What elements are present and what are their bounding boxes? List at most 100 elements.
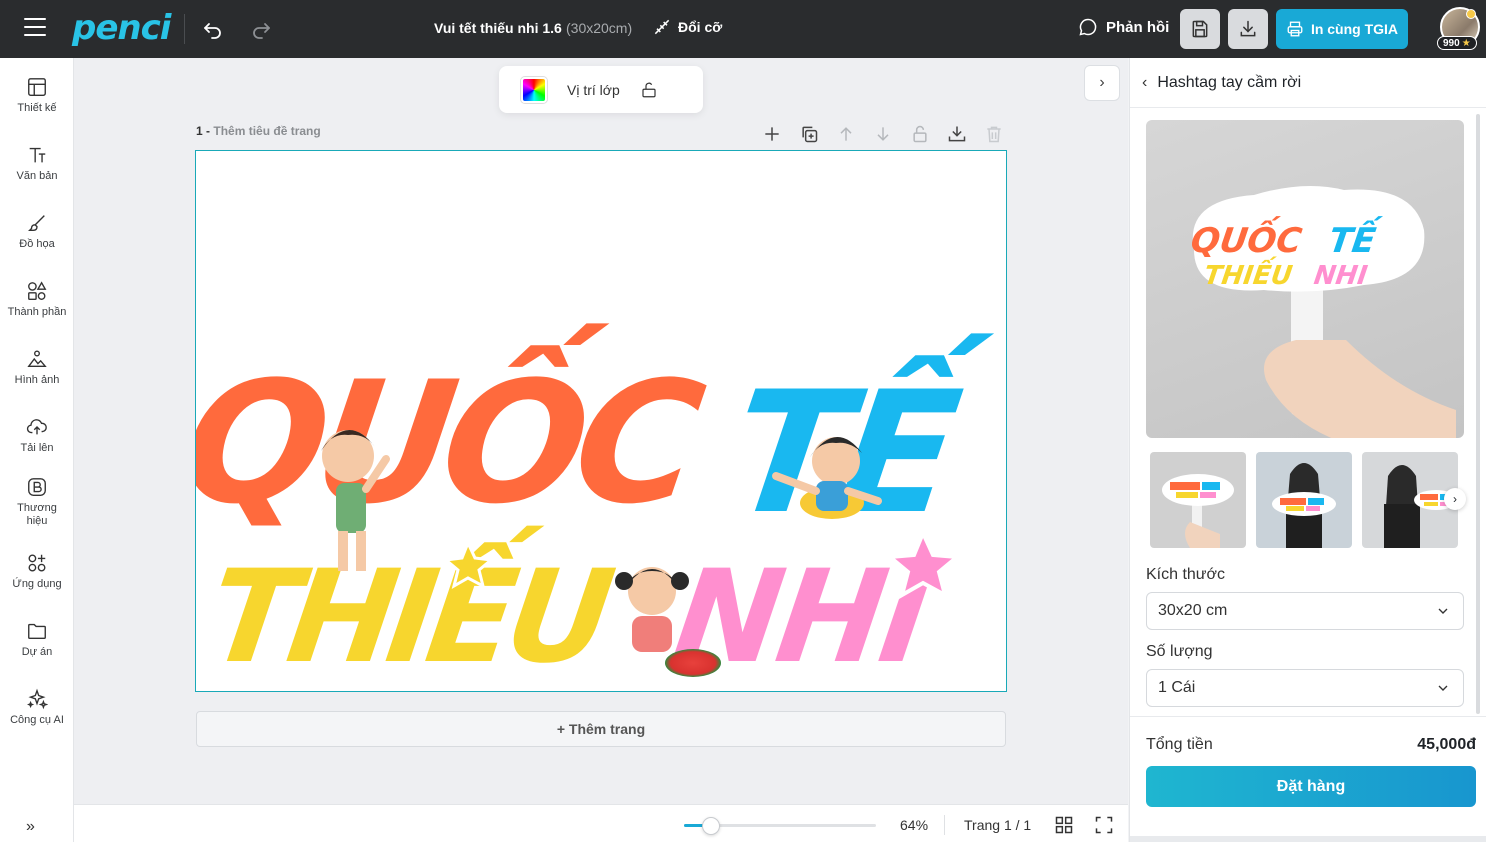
- star-icon: ★: [1461, 37, 1471, 49]
- sidebar-label: Đồ họa: [19, 238, 55, 250]
- sidebar-item-brand[interactable]: Thương hiệu: [0, 476, 74, 528]
- points-badge: 990 ★: [1437, 36, 1477, 50]
- grid-view-icon[interactable]: [1054, 815, 1074, 835]
- divider: [944, 815, 945, 835]
- chevron-left-icon[interactable]: ‹: [1142, 74, 1147, 92]
- sidebar-item-projects[interactable]: Dự án: [0, 620, 74, 659]
- document-size: (30x20cm): [566, 20, 633, 36]
- chevron-right-icon[interactable]: ›: [1444, 488, 1466, 510]
- menu-icon[interactable]: [24, 18, 46, 38]
- resize-button[interactable]: Đổi cỡ: [652, 17, 722, 37]
- notification-dot: [1466, 9, 1476, 19]
- page-title-placeholder: Thêm tiêu đề trang: [213, 124, 321, 138]
- sidebar-item-images[interactable]: Hình ảnh: [0, 348, 74, 387]
- design-page[interactable]: QUỐC TẾ THIẾU NHI: [195, 150, 1007, 692]
- document-title[interactable]: Vui tết thiếu nhi 1.6: [434, 20, 562, 36]
- download-page-icon[interactable]: [945, 122, 969, 146]
- preview-word-thieu: THIẾU: [1202, 255, 1295, 291]
- zoom-slider[interactable]: [684, 817, 876, 835]
- chat-bubble-icon: [1079, 18, 1097, 36]
- preview-word-quoc: QUỐC: [1188, 215, 1305, 261]
- panel-header: ‹ Hashtag tay cầm rời: [1130, 58, 1486, 108]
- page-title[interactable]: 1 - Thêm tiêu đề trang: [196, 124, 321, 138]
- product-panel: ‹ Hashtag tay cầm rời QUỐC TẾ THIẾU NHI …: [1129, 58, 1486, 842]
- expand-sidebar-icon[interactable]: »: [26, 818, 35, 836]
- sidebar-item-text[interactable]: Văn bản: [0, 144, 74, 183]
- text-icon: [29, 147, 46, 163]
- app-logo[interactable]: penci: [72, 8, 171, 48]
- chevron-right-icon[interactable]: ›: [1084, 65, 1120, 101]
- total-value: 45,000đ: [1417, 736, 1476, 753]
- duplicate-icon[interactable]: [797, 122, 821, 146]
- canvas-area: Vị trí lớp › 1 - Thêm tiêu đề trang QUỐC…: [74, 58, 1128, 804]
- sidebar-label: Công cụ AI: [10, 714, 64, 726]
- resize-label: Đổi cỡ: [678, 19, 723, 35]
- resize-icon: [654, 19, 670, 35]
- quantity-select[interactable]: 1 Cái: [1146, 669, 1464, 707]
- artwork[interactable]: QUỐC TẾ THIẾU NHI: [196, 151, 1007, 692]
- move-down-icon[interactable]: [871, 122, 895, 146]
- quantity-value: 1 Cái: [1158, 679, 1196, 696]
- product-preview[interactable]: QUỐC TẾ THIẾU NHI: [1146, 120, 1464, 438]
- chevron-down-icon: [1438, 608, 1448, 614]
- add-page-button[interactable]: + Thêm trang: [196, 711, 1006, 747]
- color-picker[interactable]: [521, 76, 547, 103]
- brush-icon: [28, 215, 45, 232]
- lock-icon[interactable]: [908, 122, 932, 146]
- feedback-button[interactable]: Phản hồi: [1078, 17, 1169, 37]
- divider: [184, 14, 185, 44]
- printer-icon: [1287, 21, 1303, 37]
- sidebar-label: Tải lên: [20, 442, 54, 454]
- horizontal-scrollbar[interactable]: [1130, 836, 1486, 842]
- panel-scrollbar[interactable]: [1476, 114, 1480, 714]
- unlock-icon[interactable]: [640, 81, 658, 99]
- add-icon[interactable]: [760, 122, 784, 146]
- zoom-value[interactable]: 64%: [900, 817, 928, 833]
- sidebar-item-graphics[interactable]: Đồ họa: [0, 212, 74, 251]
- layer-position-button[interactable]: Vị trí lớp: [567, 82, 620, 98]
- size-select[interactable]: 30x20 cm: [1146, 592, 1464, 630]
- feedback-label: Phản hồi: [1106, 18, 1170, 36]
- print-button[interactable]: In cùng TGIA: [1276, 9, 1408, 49]
- points-value: 990: [1443, 37, 1460, 49]
- panel-title: Hashtag tay cầm rời: [1157, 73, 1302, 91]
- artwork-word-quoc: QUỐC: [196, 322, 716, 541]
- thumbnail-2[interactable]: [1256, 452, 1352, 548]
- sidebar-label: Dự án: [21, 646, 53, 658]
- layer-toolbar: Vị trí lớp: [499, 66, 703, 113]
- zoom-slider-thumb[interactable]: [701, 817, 720, 835]
- quantity-label: Số lượng: [1146, 643, 1213, 660]
- page-tools: [760, 122, 1006, 146]
- undo-icon[interactable]: [201, 17, 225, 41]
- left-sidebar: Thiết kế Văn bản Đồ họa Thành phần Hình …: [0, 58, 74, 842]
- redo-icon[interactable]: [249, 17, 273, 41]
- total-label: Tổng tiền: [1146, 736, 1213, 753]
- upload-icon: [26, 419, 47, 435]
- sidebar-item-upload[interactable]: Tải lên: [0, 416, 74, 455]
- download-button[interactable]: [1228, 9, 1268, 49]
- apps-icon: [28, 554, 46, 572]
- bottom-bar: 64% Trang 1 / 1: [74, 804, 1128, 842]
- order-button[interactable]: Đặt hàng: [1146, 766, 1476, 807]
- thumbnail-1[interactable]: [1150, 452, 1246, 548]
- sidebar-item-ai-tools[interactable]: Công cụ AI: [0, 688, 74, 727]
- divider: [1130, 716, 1486, 717]
- top-bar: penci Vui tết thiếu nhi 1.6 (30x20cm) Đổ…: [0, 0, 1486, 58]
- page-number: 1 -: [196, 124, 211, 138]
- save-icon: [1192, 20, 1208, 38]
- page-indicator: Trang 1 / 1: [964, 817, 1032, 833]
- fullscreen-icon[interactable]: [1094, 815, 1114, 835]
- sidebar-item-apps[interactable]: Ứng dụng: [0, 552, 74, 591]
- sidebar-item-design[interactable]: Thiết kế: [0, 76, 74, 115]
- artwork-word-te: TẾ: [720, 332, 995, 551]
- move-up-icon[interactable]: [834, 122, 858, 146]
- image-icon: [27, 350, 47, 368]
- trash-icon[interactable]: [982, 122, 1006, 146]
- sidebar-item-elements[interactable]: Thành phần: [0, 280, 74, 319]
- save-button[interactable]: [1180, 9, 1220, 49]
- size-label: Kích thước: [1146, 566, 1226, 583]
- download-icon: [1240, 20, 1256, 37]
- sidebar-label: Văn bản: [16, 170, 58, 182]
- preview-word-nhi: NHI: [1312, 261, 1370, 291]
- sidebar-label: Thiết kế: [17, 102, 57, 114]
